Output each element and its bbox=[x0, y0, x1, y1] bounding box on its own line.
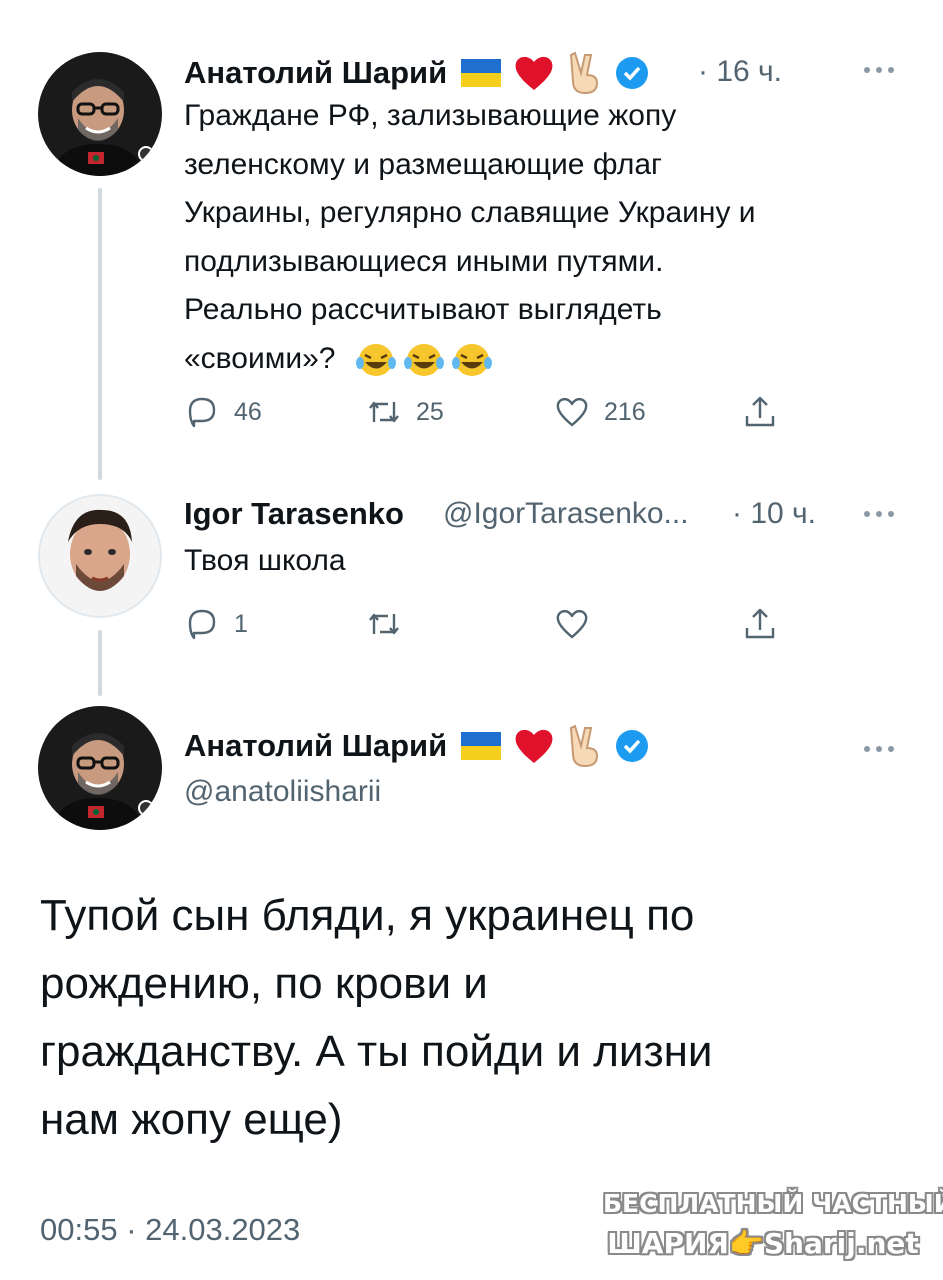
watermark: БЕСПЛАТНЫЙ ЧАСТНЫЙ ШАРИЯ👉Sharij.net bbox=[603, 1184, 943, 1264]
tweet-handle[interactable]: @IgorTarasenko... bbox=[443, 497, 689, 531]
retweet-icon bbox=[369, 613, 399, 635]
verified-badge-icon bbox=[616, 57, 649, 89]
tweet-actions: 1 bbox=[184, 606, 804, 646]
heart-icon bbox=[515, 56, 553, 90]
more-options-icon[interactable] bbox=[864, 64, 904, 76]
tweet-timestamp[interactable]: 00:55 · 24.03.2023 bbox=[40, 1212, 300, 1248]
share-icon bbox=[745, 608, 775, 639]
retweet-button[interactable]: 25 bbox=[366, 394, 444, 430]
tweet-text: Твоя школа bbox=[184, 544, 346, 577]
tweet-time[interactable]: · 16 ч. bbox=[698, 55, 782, 89]
share-button[interactable] bbox=[742, 606, 778, 642]
reply-icon bbox=[188, 397, 216, 428]
reply-button[interactable]: 1 bbox=[184, 606, 248, 642]
tweet-text-line: зеленскому и размещающие флаг bbox=[184, 147, 662, 181]
laughing-tears-emoji-icon bbox=[355, 343, 396, 376]
main-tweet-text-line: Тупой сын бляди, я украинец по bbox=[40, 891, 695, 940]
main-tweet-text-line: гражданству. А ты пойди и лизни bbox=[40, 1027, 713, 1076]
heart-outline-icon bbox=[556, 397, 588, 427]
tweet-text-line: Украины, регулярно славящие Украину и bbox=[184, 196, 756, 229]
tweet-author[interactable]: Igor Tarasenko bbox=[184, 496, 404, 532]
reply-icon bbox=[188, 609, 216, 640]
like-count: 216 bbox=[604, 397, 646, 426]
main-tweet-text-line: нам жопу еще) bbox=[40, 1095, 343, 1144]
avatar-anatolii[interactable] bbox=[38, 52, 162, 176]
tweet-text-line: «своими»? bbox=[184, 341, 336, 375]
like-button[interactable] bbox=[554, 606, 590, 642]
main-tweet-text: Тупой сын бляди, я украинец по рождению,… bbox=[40, 882, 900, 1154]
victory-hand-icon bbox=[570, 724, 599, 768]
tweet-time[interactable]: · 10 ч. bbox=[732, 497, 816, 531]
retweet-icon bbox=[369, 401, 399, 423]
tweet-text-line: Реально рассчитывают выглядеть bbox=[184, 293, 662, 326]
retweet-count: 25 bbox=[416, 397, 444, 426]
retweet-button[interactable] bbox=[366, 606, 402, 642]
ukraine-flag-icon bbox=[461, 732, 502, 760]
heart-icon bbox=[515, 729, 553, 763]
laughing-tears-emoji-icon bbox=[451, 343, 492, 376]
avatar-anatolii[interactable] bbox=[38, 706, 162, 830]
reply-count: 1 bbox=[234, 609, 248, 638]
thread-line bbox=[98, 630, 102, 696]
tweet-text-line: подлизывающиеся иными путями. bbox=[184, 244, 664, 278]
watermark-line: ШАРИЯ👉Sharij.net bbox=[607, 1227, 919, 1260]
thread-line bbox=[98, 188, 102, 480]
tweet-text: Граждане РФ, зализывающие жопу зеленском… bbox=[184, 92, 904, 383]
laughing-tears-emoji-icon bbox=[403, 343, 444, 376]
avatar-igor[interactable] bbox=[38, 494, 162, 618]
tweet-author[interactable]: Анатолий Шарий bbox=[184, 724, 649, 768]
reply-button[interactable]: 46 bbox=[184, 394, 262, 430]
ukraine-flag-icon bbox=[461, 59, 502, 87]
tweet-handle[interactable]: @anatoliisharii bbox=[184, 775, 381, 809]
share-icon bbox=[745, 396, 775, 427]
reply-count: 46 bbox=[234, 397, 262, 426]
main-tweet-text-line: рождению, по крови и bbox=[40, 959, 488, 1008]
tweet-text-line: Граждане РФ, зализывающие жопу bbox=[184, 99, 677, 132]
watermark-line: БЕСПЛАТНЫЙ ЧАСТНЫЙ bbox=[603, 1189, 943, 1218]
heart-outline-icon bbox=[556, 609, 588, 639]
share-button[interactable] bbox=[742, 394, 778, 430]
more-options-icon[interactable] bbox=[864, 743, 904, 755]
like-button[interactable]: 216 bbox=[554, 394, 646, 430]
tweet-author[interactable]: Анатолий Шарий bbox=[184, 51, 649, 95]
victory-hand-icon bbox=[570, 51, 599, 95]
verified-badge-icon bbox=[616, 730, 649, 762]
tweet-actions: 46 25 216 bbox=[184, 394, 804, 434]
more-options-icon[interactable] bbox=[864, 508, 904, 520]
